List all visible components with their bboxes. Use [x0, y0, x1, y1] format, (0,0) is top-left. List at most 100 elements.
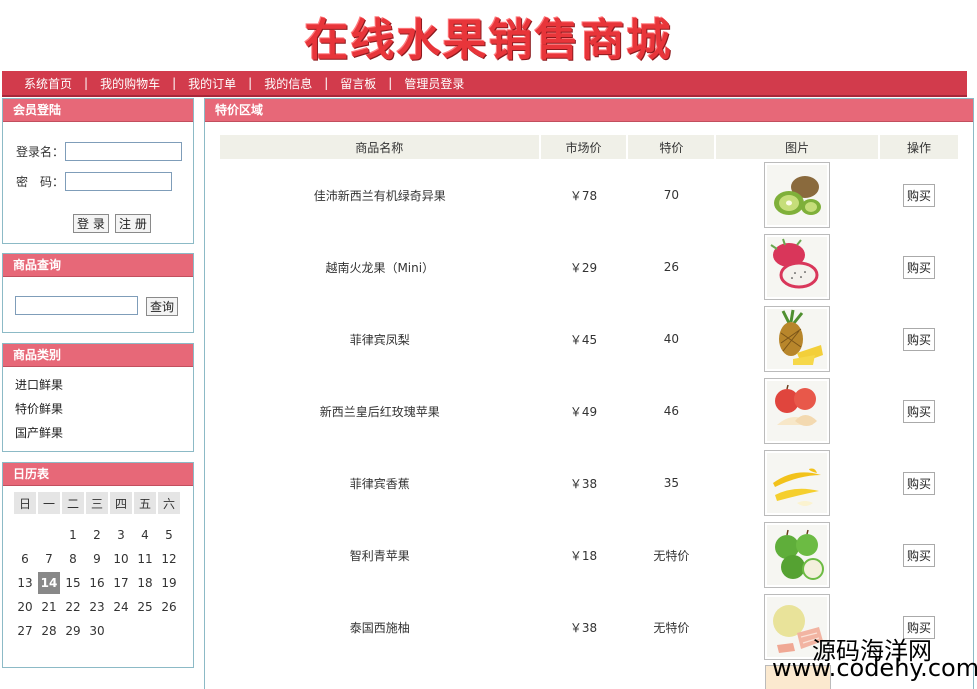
day-cell: 22: [65, 600, 81, 614]
day-cell: 29: [65, 624, 81, 638]
table-row: 智利青苹果 ￥18 无特价 购买: [220, 519, 959, 591]
market-price: ￥45: [569, 332, 598, 347]
weekday-cell: 六: [158, 492, 180, 514]
category-panel-title: 商品类别: [3, 344, 193, 367]
password-label: 密 码：: [16, 175, 65, 189]
table-row: 佳沛新西兰有机绿奇异果 ￥78 70 购买: [220, 159, 959, 231]
product-name[interactable]: 泰国西施柚: [220, 591, 540, 663]
day-cell: 27: [17, 624, 33, 638]
day-cell: 13: [17, 576, 33, 590]
username-input[interactable]: [65, 142, 182, 161]
market-price: ￥38: [569, 620, 598, 635]
day-cell: [158, 620, 180, 642]
day-cell: 26: [161, 600, 177, 614]
col-header-name: 商品名称: [220, 135, 541, 159]
category-item-imported[interactable]: 进口鲜果: [15, 373, 193, 397]
day-cell: 15: [65, 576, 81, 590]
buy-button[interactable]: 购买: [903, 255, 936, 279]
market-price: ￥29: [569, 260, 598, 275]
buy-button[interactable]: 购买: [903, 399, 936, 423]
site-title: 在线水果销售商城: [304, 15, 673, 66]
market-price: ￥38: [569, 476, 598, 491]
buy-button[interactable]: 购买: [903, 471, 936, 495]
weekday-cell: 五: [134, 492, 156, 514]
weekday-cell: 二: [62, 492, 84, 514]
nav-link-admin-login[interactable]: 管理员登录: [404, 75, 464, 92]
market-price: ￥49: [569, 404, 598, 419]
weekday-cell: 日: [14, 492, 36, 514]
category-item-special[interactable]: 特价鲜果: [15, 397, 193, 421]
password-input[interactable]: [65, 172, 172, 191]
day-cell: 2: [93, 528, 101, 542]
day-cell: 5: [165, 528, 173, 542]
banana-image[interactable]: [764, 450, 831, 516]
special-price: 无特价: [653, 548, 690, 563]
product-name[interactable]: 菲律宾凤梨: [220, 303, 540, 375]
table-row: 菲律宾凤梨 ￥45 40 购买: [220, 303, 959, 375]
table-row: 越南火龙果（Mini） ￥29 26 购买: [220, 231, 959, 303]
col-header-action: 操作: [879, 135, 960, 159]
special-price: 35: [663, 476, 679, 490]
username-label: 登录名：: [16, 145, 65, 159]
red-apple-image[interactable]: [764, 378, 831, 444]
green-apple-image[interactable]: [764, 522, 831, 588]
special-price: 40: [663, 332, 679, 346]
day-cell: 23: [89, 600, 105, 614]
special-offer-title: 特价区域: [205, 99, 973, 122]
weekday-cell: 四: [110, 492, 132, 514]
weekday-cell: 三: [86, 492, 108, 514]
login-panel: 会员登陆 登录名： 密 码： 登 录 注 册: [2, 98, 194, 244]
day-cell: 4: [141, 528, 149, 542]
market-price: ￥78: [569, 188, 598, 203]
calendar-grid: 日 一 二 三 四 五 六 1 2 3 4 5 6 7 8 9 10 11 12: [12, 490, 182, 644]
pineapple-image[interactable]: [764, 306, 831, 372]
nav-link-cart[interactable]: 我的购物车: [100, 75, 160, 92]
special-offer-panel: 特价区域 商品名称 市场价 特价 图片 操作 佳沛新西兰有机绿奇异果 ￥78 7…: [204, 98, 974, 689]
day-cell: 30: [89, 624, 105, 638]
special-price: 46: [663, 404, 679, 418]
day-cell: 11: [137, 552, 153, 566]
nav-link-home[interactable]: 系统首页: [24, 75, 72, 92]
product-name[interactable]: 菲律宾香蕉: [220, 447, 540, 519]
product-name[interactable]: 佳沛新西兰有机绿奇异果: [220, 159, 540, 231]
day-cell: 7: [45, 552, 53, 566]
kiwi-image[interactable]: [764, 162, 831, 228]
nav-link-orders[interactable]: 我的订单: [188, 75, 236, 92]
buy-button[interactable]: 购买: [903, 327, 936, 351]
login-button[interactable]: 登 录: [73, 214, 109, 233]
register-button[interactable]: 注 册: [115, 214, 151, 233]
table-row: 新西兰皇后红玫瑰苹果 ￥49 46 购买: [220, 375, 959, 447]
search-panel-title: 商品查询: [3, 254, 193, 277]
day-cell: 3: [117, 528, 125, 542]
product-name[interactable]: 智利青苹果: [220, 519, 540, 591]
day-cell: 20: [17, 600, 33, 614]
col-header-market-price: 市场价: [539, 135, 629, 159]
day-cell: 16: [89, 576, 105, 590]
product-name[interactable]: 越南火龙果（Mini）: [220, 231, 540, 303]
day-cell: 28: [41, 624, 57, 638]
nav-link-profile[interactable]: 我的信息: [264, 75, 312, 92]
search-input[interactable]: [15, 296, 138, 315]
col-header-special-price: 特价: [627, 135, 717, 159]
day-cell: [134, 620, 156, 642]
product-name[interactable]: 新西兰皇后红玫瑰苹果: [220, 375, 540, 447]
nav-link-messages[interactable]: 留言板: [340, 75, 376, 92]
buy-button[interactable]: 购买: [903, 543, 936, 567]
calendar-panel-title: 日历表: [3, 463, 193, 486]
day-cell: 25: [137, 600, 153, 614]
dragonfruit-image[interactable]: [764, 234, 831, 300]
category-item-domestic[interactable]: 国产鲜果: [15, 421, 193, 445]
calendar-panel: 日历表 日 一 二 三 四 五 六 1 2 3 4 5 6 7 8 9 10 1…: [2, 462, 194, 668]
product-table: 商品名称 市场价 特价 图片 操作 佳沛新西兰有机绿奇异果 ￥78 70 购买 …: [220, 135, 960, 663]
search-button[interactable]: 查询: [146, 297, 179, 316]
buy-button[interactable]: 购买: [903, 183, 936, 207]
day-cell: 6: [21, 552, 29, 566]
day-cell: 10: [113, 552, 129, 566]
day-cell: 9: [93, 552, 101, 566]
weekday-cell: 一: [38, 492, 60, 514]
day-cell: 18: [137, 576, 153, 590]
special-price: 26: [663, 260, 679, 274]
nav-item-cart: 我的购物车 |: [100, 75, 177, 92]
special-price: 70: [663, 188, 679, 202]
category-panel: 商品类别 进口鲜果 特价鲜果 国产鲜果: [2, 343, 194, 452]
